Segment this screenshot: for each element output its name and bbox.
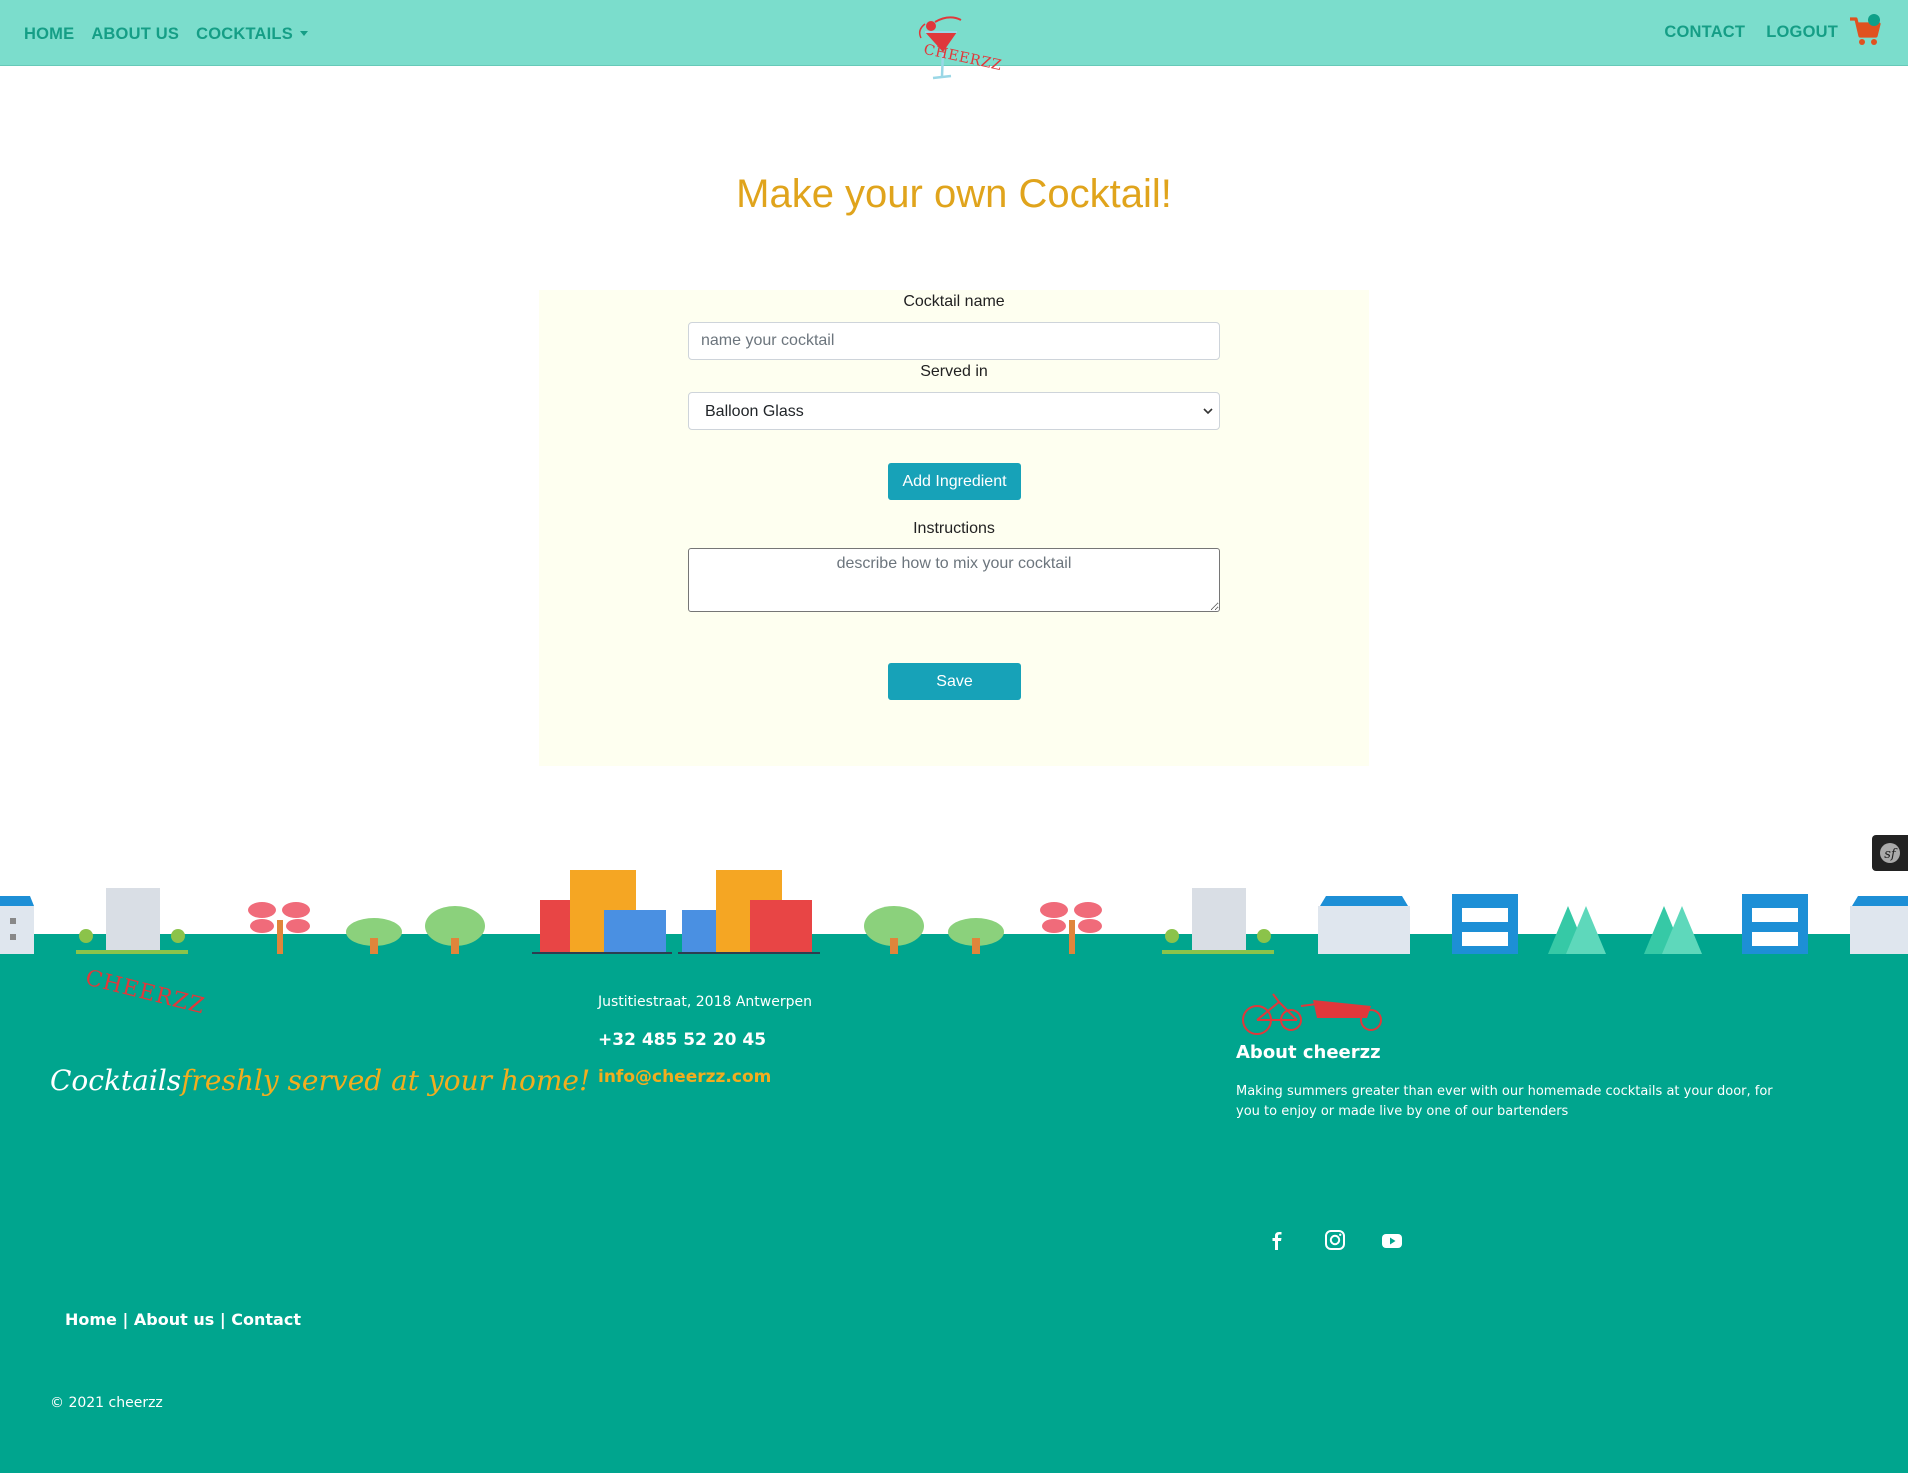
tagline-cocktails: Cocktails — [50, 1064, 182, 1097]
nav-cocktails-dropdown[interactable]: COCKTAILS — [196, 25, 308, 44]
logo[interactable]: CHEERZZ — [915, 10, 1005, 82]
cart-button[interactable] — [1848, 14, 1886, 50]
caret-down-icon — [299, 31, 308, 36]
nav-contact-link[interactable]: CONTACT — [1664, 23, 1745, 42]
about-heading: About cheerzz — [1236, 1042, 1381, 1063]
footer-contact-link[interactable]: Contact — [231, 1310, 301, 1329]
footer-email-link[interactable]: info@cheerzz.com — [598, 1067, 771, 1087]
page-title: Make your own Cocktail! — [736, 172, 1172, 216]
footer-phone: +32 485 52 20 45 — [598, 1030, 767, 1050]
instagram-icon[interactable] — [1321, 1226, 1349, 1254]
footer-about-link[interactable]: About us — [134, 1310, 214, 1329]
nav-right: CONTACT LOGOUT — [1664, 23, 1838, 42]
instructions-textarea[interactable] — [688, 548, 1220, 612]
nav-cocktails-label: COCKTAILS — [196, 25, 293, 43]
nav-left: HOME ABOUT US COCKTAILS — [24, 25, 308, 44]
footer-home-link[interactable]: Home — [65, 1310, 117, 1329]
cityscape-illustration — [0, 870, 1908, 956]
nav-about-link[interactable]: ABOUT US — [91, 25, 179, 44]
about-text: Making summers greater than ever with ou… — [1236, 1084, 1773, 1119]
instructions-label: Instructions — [913, 520, 995, 537]
footer-separator: | — [219, 1310, 226, 1329]
navbar: HOME ABOUT US COCKTAILS CHEERZZ CONTACT … — [0, 0, 1908, 80]
copyright: © 2021 cheerzz — [50, 1395, 163, 1411]
footer-tagline: Cocktailsfreshly served at your home! — [50, 1064, 590, 1097]
footer-address: Justitiestraat, 2018 Antwerpen — [598, 994, 812, 1010]
cart-badge — [1868, 14, 1880, 26]
tagline-rest: freshly served at your home! — [181, 1064, 591, 1097]
footer-links: Home | About us | Contact — [65, 1310, 301, 1329]
glass-select[interactable]: Balloon Glass — [688, 392, 1220, 430]
add-ingredient-button[interactable]: Add Ingredient — [888, 463, 1021, 500]
youtube-icon[interactable] — [1378, 1226, 1406, 1254]
cocktail-form: Cocktail name Served in Balloon Glass Ad… — [539, 290, 1369, 766]
nav-logout-link[interactable]: LOGOUT — [1766, 23, 1838, 42]
served-in-label: Served in — [920, 363, 988, 380]
cocktail-name-label: Cocktail name — [903, 293, 1005, 310]
glass-select-value: Balloon Glass — [705, 403, 804, 420]
save-button[interactable]: Save — [888, 663, 1021, 700]
footer: CHEERZZ Cocktailsfreshly served at your … — [0, 954, 1908, 1473]
nav-home-link[interactable]: HOME — [24, 25, 74, 44]
bike-icon — [1242, 993, 1382, 1035]
footer-logo: CHEERZZ — [82, 965, 208, 1020]
cocktail-name-input[interactable] — [688, 322, 1220, 360]
chevron-down-icon — [1203, 408, 1213, 415]
footer-separator: | — [122, 1310, 129, 1329]
facebook-icon[interactable] — [1263, 1226, 1291, 1254]
